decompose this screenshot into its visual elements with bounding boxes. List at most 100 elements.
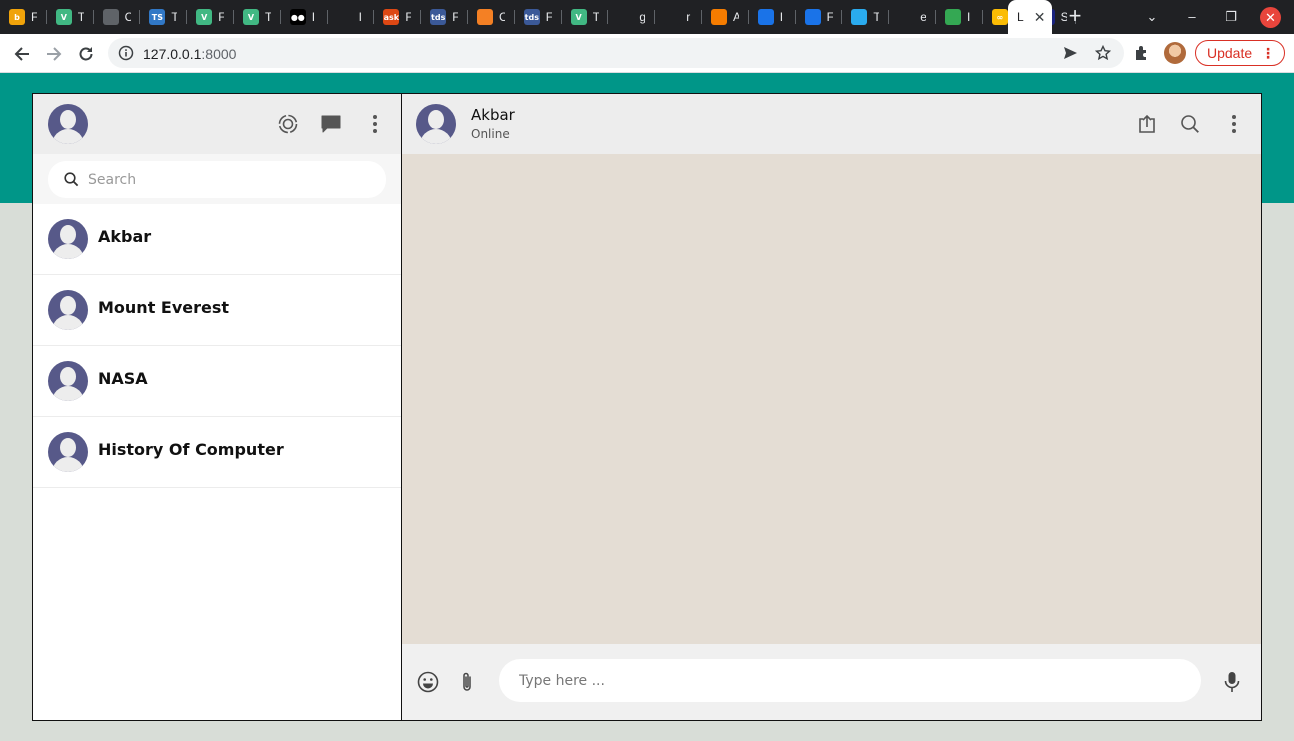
tab-title: F bbox=[545, 10, 552, 24]
tab-title: F bbox=[826, 10, 833, 24]
voice-button[interactable] bbox=[1220, 670, 1244, 694]
tab-title: T bbox=[592, 10, 599, 24]
infinity-icon: ∞ bbox=[991, 9, 1008, 25]
sidebar: Akbar Mount Everest NASA History Of Comp… bbox=[33, 94, 402, 720]
browser-tab[interactable]: VT bbox=[47, 4, 94, 30]
tab-separator bbox=[326, 10, 328, 24]
meet-icon bbox=[945, 9, 961, 25]
browser-tab[interactable]: e bbox=[889, 4, 936, 30]
minimize-button[interactable]: – bbox=[1181, 6, 1203, 28]
tab-title: L bbox=[1017, 10, 1024, 24]
conversation-header: Akbar Online bbox=[402, 94, 1261, 154]
new-chat-button[interactable] bbox=[320, 113, 342, 135]
tab-title: T bbox=[265, 10, 271, 24]
send-tab-icon[interactable] bbox=[1062, 45, 1078, 61]
browser-tab[interactable]: I bbox=[328, 4, 375, 30]
browser-tab[interactable]: C bbox=[94, 4, 141, 30]
close-window-button[interactable]: ✕ bbox=[1260, 7, 1281, 28]
search-icon bbox=[1181, 115, 1199, 133]
info-icon[interactable] bbox=[118, 45, 134, 61]
tds-icon: tds bbox=[430, 9, 447, 25]
chat-list-item[interactable]: NASA bbox=[33, 346, 401, 417]
tab-title: C bbox=[499, 10, 505, 24]
browser-tab[interactable]: bF bbox=[0, 4, 47, 30]
update-label: Update bbox=[1207, 45, 1253, 61]
search-field[interactable] bbox=[48, 161, 386, 198]
tab-separator bbox=[420, 10, 422, 24]
tab-title: F bbox=[218, 10, 225, 24]
url-host: 127.0.0.1 bbox=[143, 46, 202, 62]
browser-tab[interactable]: tds F bbox=[515, 4, 562, 30]
tab-separator bbox=[560, 10, 562, 24]
browser-tab[interactable]: g bbox=[608, 4, 656, 30]
contact-avatar[interactable] bbox=[416, 104, 456, 144]
browser-tab[interactable]: I bbox=[936, 4, 983, 30]
conversation-search-button[interactable] bbox=[1179, 113, 1201, 135]
emoji-button[interactable] bbox=[416, 670, 440, 694]
reload-button[interactable] bbox=[73, 41, 99, 67]
browser-tab[interactable]: TS T bbox=[140, 4, 188, 30]
tab-title: r bbox=[686, 10, 691, 24]
tab-separator bbox=[232, 10, 234, 24]
profile-avatar[interactable] bbox=[1164, 42, 1186, 64]
bing-icon: b bbox=[9, 9, 25, 25]
chat-list-item[interactable]: Akbar bbox=[33, 204, 401, 275]
browser-tab[interactable]: A bbox=[702, 4, 749, 30]
stackoverflow-icon bbox=[477, 9, 493, 25]
attach-button[interactable] bbox=[455, 670, 479, 694]
user-avatar[interactable] bbox=[48, 104, 88, 144]
search-input[interactable] bbox=[88, 161, 368, 198]
browser-tab[interactable]: r bbox=[655, 4, 702, 30]
forward-arrow-icon bbox=[47, 47, 62, 61]
browser-tab[interactable]: ●● I bbox=[281, 4, 328, 30]
composer bbox=[402, 644, 1261, 720]
sidebar-menu-button[interactable] bbox=[364, 113, 386, 135]
browser-tab[interactable]: VF bbox=[187, 4, 234, 30]
tab-title: T bbox=[77, 10, 84, 24]
tab-active[interactable]: L ✕ bbox=[1008, 0, 1052, 34]
contact-name: Akbar bbox=[471, 106, 515, 124]
browser-tab[interactable]: VT bbox=[562, 4, 609, 30]
tab-title: T bbox=[873, 10, 880, 24]
tab-search-chevron-icon[interactable]: ⌄ bbox=[1141, 6, 1163, 28]
new-tab-button[interactable]: + bbox=[1064, 5, 1086, 27]
forward-button[interactable] bbox=[41, 41, 67, 67]
tab-title: F bbox=[452, 10, 459, 24]
back-arrow-icon bbox=[14, 47, 29, 61]
target-icon bbox=[757, 9, 774, 25]
tab-separator bbox=[279, 10, 281, 24]
share-button[interactable] bbox=[1136, 113, 1158, 135]
address-bar[interactable]: 127.0.0.1:8000 bbox=[108, 38, 1124, 68]
browser-tab[interactable]: T bbox=[842, 4, 890, 30]
tab-close-icon[interactable]: ✕ bbox=[1034, 9, 1046, 26]
browser-tab[interactable]: F bbox=[796, 4, 843, 30]
back-button[interactable] bbox=[9, 41, 35, 67]
tab-title: I bbox=[358, 10, 362, 24]
chat-list: Akbar Mount Everest NASA History Of Comp… bbox=[33, 204, 401, 488]
more-vert-icon bbox=[1232, 115, 1236, 133]
chat-list-item[interactable]: Mount Everest bbox=[33, 275, 401, 346]
vue-icon: V bbox=[55, 9, 72, 25]
restore-button[interactable]: ❐ bbox=[1220, 6, 1242, 28]
browser-tab[interactable]: I bbox=[749, 4, 796, 30]
reload-icon bbox=[79, 47, 93, 61]
browser-tab[interactable]: C bbox=[468, 4, 515, 30]
chat-list-item[interactable]: History Of Computer bbox=[33, 417, 401, 488]
telegram-icon bbox=[851, 9, 868, 25]
askubuntu-icon: ask bbox=[383, 9, 400, 25]
message-field[interactable] bbox=[499, 659, 1201, 702]
update-button[interactable]: Update ⋮ bbox=[1195, 40, 1285, 66]
message-area[interactable] bbox=[402, 154, 1261, 644]
message-input[interactable] bbox=[519, 659, 1179, 702]
spinner-icon bbox=[804, 9, 821, 25]
conversation-menu-button[interactable] bbox=[1223, 113, 1245, 135]
github-icon bbox=[898, 9, 915, 25]
status-button[interactable] bbox=[277, 113, 299, 135]
browser-tab[interactable]: tds F bbox=[421, 4, 468, 30]
bookmark-star-icon[interactable] bbox=[1095, 45, 1111, 61]
extensions-puzzle-icon[interactable] bbox=[1133, 44, 1151, 62]
tab-separator bbox=[654, 10, 656, 24]
browser-tab[interactable]: VT bbox=[234, 4, 281, 30]
upload-icon bbox=[1139, 114, 1155, 133]
browser-tab[interactable]: ask F bbox=[374, 4, 422, 30]
